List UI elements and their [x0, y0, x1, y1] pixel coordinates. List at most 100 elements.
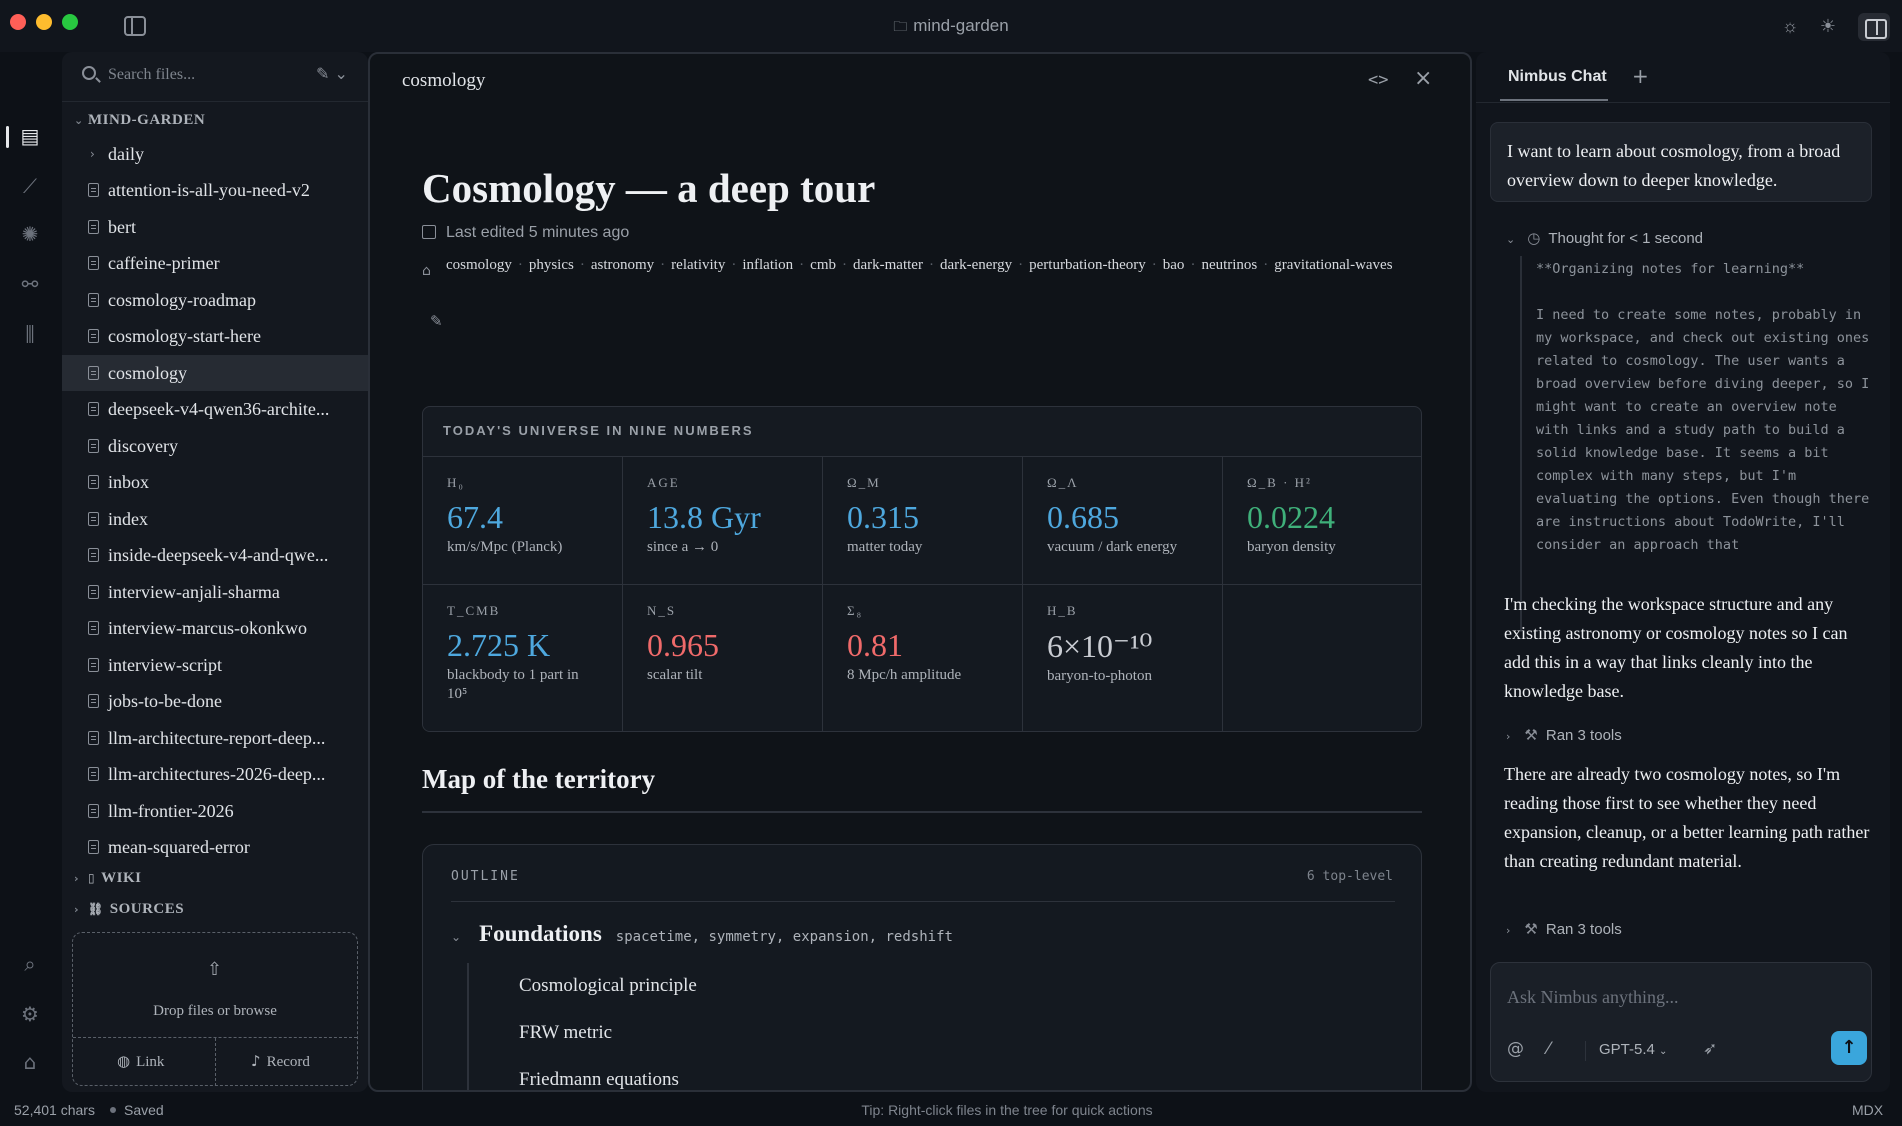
file-icon — [88, 219, 99, 234]
stat-cell: Σ₈ 0.81 8 Mpc/h amplitude — [823, 585, 1023, 731]
tag-chip[interactable]: neutrinos — [1201, 252, 1257, 278]
new-chat-plus-icon[interactable]: + — [1632, 64, 1649, 88]
document-title[interactable]: Cosmology — a deep tour — [422, 164, 875, 212]
code-view-icon[interactable]: <> — [1368, 70, 1388, 90]
search-icon — [82, 66, 96, 80]
tag-chip[interactable]: perturbation-theory — [1029, 252, 1146, 278]
title-bar: 🗀 mind-garden ☼ ☀ — [0, 0, 1902, 52]
file-item[interactable]: cosmology-roadmap — [62, 282, 368, 318]
tag-chip[interactable]: dark-energy — [940, 252, 1012, 278]
file-dropzone[interactable]: ⇧ Drop files or browse ◍ Link ♪ Record — [72, 932, 358, 1086]
tool-calls-toggle[interactable]: › ⚒ Ran 3 tools — [1506, 920, 1622, 938]
tag-separator: · — [1018, 257, 1024, 273]
arrow-up-icon: ↑ — [1841, 1037, 1857, 1058]
tag-list: ⌂ cosmology · physics · astronomy · relativity… — [422, 252, 1422, 279]
files-view-icon[interactable]: ▤ — [18, 124, 42, 148]
file-item[interactable]: llm-frontier-2026 — [62, 793, 368, 829]
home-icon[interactable]: ⌂ — [18, 1050, 42, 1074]
send-button[interactable]: ↑ — [1831, 1031, 1867, 1065]
file-item[interactable]: mean-squared-error — [62, 829, 368, 865]
tag-chip[interactable]: dark-matter — [853, 252, 923, 278]
tag-chip[interactable]: physics — [529, 252, 574, 278]
file-item[interactable]: inbox — [62, 464, 368, 500]
file-item[interactable]: bert — [62, 209, 368, 245]
bug-icon[interactable]: ☼ — [1780, 16, 1800, 36]
file-item[interactable]: interview-marcus-okonkwo — [62, 610, 368, 646]
chat-input[interactable]: Ask Nimbus anything... — [1507, 987, 1679, 1008]
dropzone-text: Drop files or browse — [153, 1003, 277, 1019]
rocket-icon[interactable]: ➶ — [1703, 1039, 1717, 1059]
tree-section-wiki[interactable]: › ▯ WIKI — [62, 870, 141, 887]
tree-section-sources[interactable]: › ⛓ SOURCES — [62, 901, 184, 918]
file-item[interactable]: cosmology — [62, 354, 368, 391]
file-item[interactable]: discovery — [62, 428, 368, 464]
sun-icon[interactable]: ✺ — [18, 222, 42, 246]
file-item[interactable]: index — [62, 501, 368, 537]
tag-chip[interactable]: inflation — [742, 252, 793, 278]
file-item-label: inbox — [108, 472, 150, 492]
library-icon[interactable]: ⫼ — [18, 322, 42, 346]
new-note-icon[interactable]: ✎ ⌄ — [316, 64, 348, 83]
theme-toggle-icon[interactable]: ☀ — [1818, 16, 1838, 36]
stat-description: scalar tilt — [647, 667, 703, 683]
model-selector[interactable]: GPT-5.4 ⌄ — [1599, 1041, 1667, 1058]
file-item-label: jobs-to-be-done — [108, 691, 222, 711]
outline-item-foundations[interactable]: ⌄ Foundations spacetime, symmetry, expan… — [451, 921, 953, 947]
chat-input-box[interactable]: Ask Nimbus anything... @ ⁄ GPT-5.4 ⌄ ➶ ↑ — [1490, 962, 1872, 1082]
file-item[interactable]: attention-is-all-you-need-v2 — [62, 172, 368, 208]
close-icon[interactable]: × — [1414, 66, 1432, 91]
graph-chart-icon[interactable]: ⟋ — [18, 174, 42, 198]
file-item-label: attention-is-all-you-need-v2 — [108, 180, 310, 200]
file-item[interactable]: interview-script — [62, 647, 368, 683]
tag-chip[interactable]: bao — [1163, 252, 1185, 278]
file-icon — [88, 438, 99, 453]
record-button[interactable]: ♪ Record — [251, 1052, 310, 1071]
file-item[interactable]: caffeine-primer — [62, 245, 368, 281]
outline-subitem[interactable]: Friedmann equations — [519, 1069, 679, 1090]
file-item[interactable]: interview-anjali-sharma — [62, 574, 368, 610]
connections-icon[interactable]: ⚯ — [18, 272, 42, 296]
file-icon — [88, 657, 99, 672]
tag-chip[interactable]: astronomy — [591, 252, 654, 278]
tool-calls-toggle[interactable]: › ⚒ Ran 3 tools — [1506, 726, 1622, 744]
editor-tab-title[interactable]: cosmology — [402, 70, 485, 92]
settings-gear-icon[interactable]: ⚙ — [18, 1002, 42, 1026]
stat-description: vacuum / dark energy — [1047, 539, 1178, 555]
globe-icon: ◍ — [117, 1052, 131, 1070]
stat-cell: Ω_M 0.315 matter today — [823, 457, 1023, 585]
tab-nimbus-chat[interactable]: Nimbus Chat — [1508, 68, 1607, 86]
file-icon — [88, 511, 99, 526]
tag-chip[interactable]: cosmology — [446, 252, 512, 278]
file-item[interactable]: cosmology-start-here — [62, 318, 368, 354]
file-item[interactable]: llm-architecture-report-deep... — [62, 720, 368, 756]
file-item-label: mean-squared-error — [108, 837, 250, 857]
file-format[interactable]: MDX — [1852, 1102, 1883, 1118]
thought-toggle[interactable]: ⌄ ◷ Thought for < 1 second — [1506, 229, 1703, 247]
link-button[interactable]: ◍ Link — [117, 1052, 164, 1071]
status-bar: 52,401 chars Saved Tip: Right-click file… — [0, 1096, 1902, 1126]
file-search[interactable]: Search files... ✎ ⌄ — [62, 52, 368, 102]
edit-tags-icon[interactable]: ✎ — [430, 312, 443, 330]
outline-subitem[interactable]: Cosmological principle — [519, 975, 697, 997]
stat-label: Ω_Λ — [1047, 475, 1079, 490]
file-icon — [88, 584, 99, 599]
divider — [215, 1038, 216, 1086]
file-item[interactable]: inside-deepseek-v4-and-qwe... — [62, 537, 368, 573]
file-item[interactable]: jobs-to-be-done — [62, 683, 368, 719]
file-item[interactable]: llm-architectures-2026-deep... — [62, 756, 368, 792]
tag-chip[interactable]: relativity — [671, 252, 725, 278]
right-panel-toggle-icon[interactable] — [1858, 13, 1890, 41]
stat-label: Σ₈ — [847, 603, 864, 618]
mention-icon[interactable]: @ — [1507, 1039, 1524, 1059]
tag-chip[interactable]: cmb — [810, 252, 836, 278]
wrench-icon: ⚒ — [1524, 726, 1538, 744]
search-icon[interactable]: ⌕ — [18, 952, 42, 976]
file-item[interactable]: deepseek-v4-qwen36-archite... — [62, 391, 368, 427]
tree-root-mind-garden[interactable]: ⌄ MIND-GARDEN — [62, 112, 205, 129]
folder-daily[interactable]: › daily — [62, 136, 368, 172]
outline-subitem[interactable]: FRW metric — [519, 1022, 612, 1044]
slash-command-icon[interactable]: ⁄ — [1547, 1039, 1550, 1059]
tag-chip[interactable]: gravitational-waves — [1274, 252, 1392, 278]
search-input[interactable]: Search files... — [108, 66, 195, 84]
outline-guide-line — [467, 963, 469, 1090]
